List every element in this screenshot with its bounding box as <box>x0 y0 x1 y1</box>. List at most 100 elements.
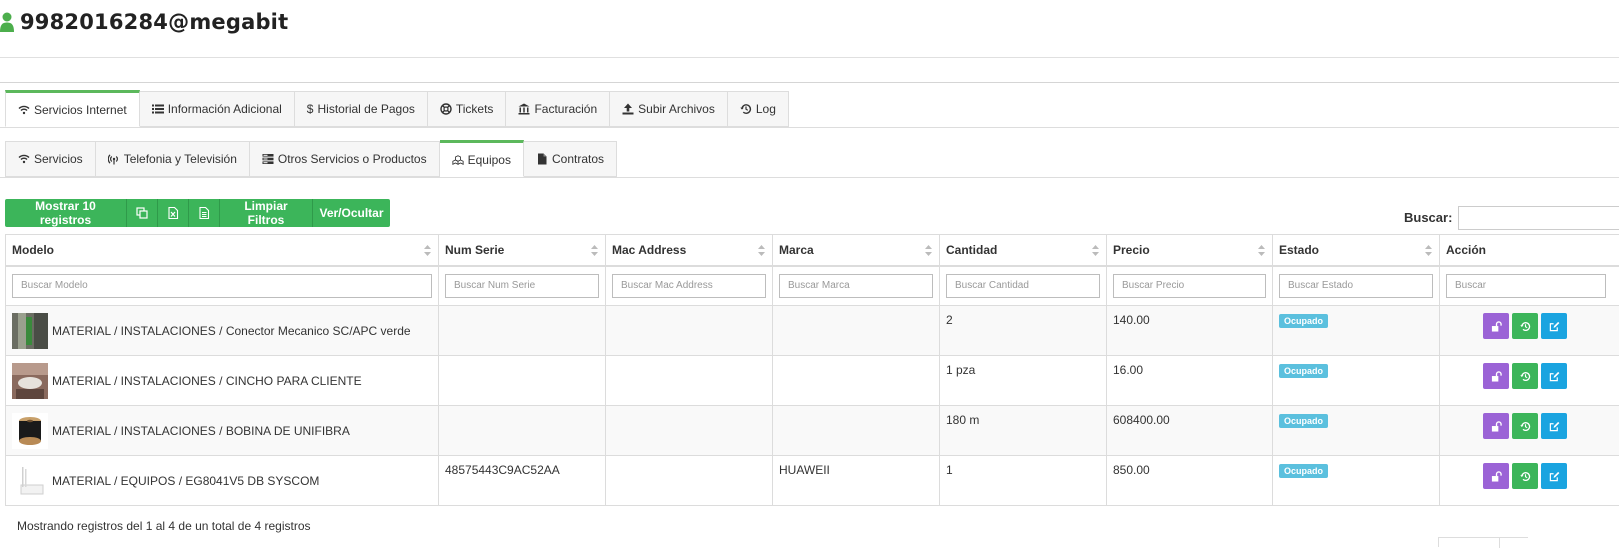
file-icon <box>537 153 547 165</box>
tab-informacion-adicional[interactable]: Información Adicional <box>139 91 295 127</box>
page-header: 9982016284@megabit <box>0 0 1619 58</box>
export-excel-button[interactable] <box>158 199 189 227</box>
column-header-cantidad[interactable]: Cantidad <box>939 234 1107 267</box>
page-title: 9982016284@megabit <box>20 10 289 34</box>
show-records-button[interactable]: Mostrar 10 registros <box>5 199 127 227</box>
modelo-cell: MATERIAL / EQUIPOS / EG8041V5 DB SYSCOM <box>52 473 320 488</box>
document-icon <box>199 207 210 219</box>
edit-button[interactable] <box>1541 463 1567 489</box>
edit-button[interactable] <box>1541 313 1567 339</box>
tab-historial-de-pagos[interactable]: $ Historial de Pagos <box>294 91 428 127</box>
history-button[interactable] <box>1512 463 1538 489</box>
unlock-icon <box>1491 470 1502 482</box>
column-header-num-serie[interactable]: Num Serie <box>438 234 606 267</box>
sort-icon <box>1425 245 1432 256</box>
edit-button[interactable] <box>1541 363 1567 389</box>
tab-contratos[interactable]: Contratos <box>523 141 618 177</box>
tab-telefonia-television[interactable]: Telefonia y Televisión <box>95 141 250 177</box>
num-serie-cell <box>438 355 606 406</box>
unlock-button[interactable] <box>1483 313 1509 339</box>
status-badge: Ocupado <box>1279 414 1329 428</box>
tab-label: Servicios <box>34 152 83 166</box>
tab-servicios-internet[interactable]: Servicios Internet <box>5 90 140 127</box>
column-header-precio[interactable]: Precio <box>1106 234 1273 267</box>
marca-cell <box>772 405 940 456</box>
column-header-marca[interactable]: Marca <box>772 234 940 267</box>
lifebuoy-icon <box>440 103 452 115</box>
status-badge: Ocupado <box>1279 364 1329 378</box>
column-header-estado[interactable]: Estado <box>1272 234 1440 267</box>
table-toolbar: Mostrar 10 registros Limpiar Filtros Ver… <box>5 199 390 227</box>
filter-precio-input[interactable] <box>1113 273 1266 298</box>
excel-icon <box>168 207 179 219</box>
product-thumbnail <box>12 362 48 399</box>
filter-row <box>5 265 1619 306</box>
history-button[interactable] <box>1512 313 1538 339</box>
unlock-button[interactable] <box>1483 463 1509 489</box>
tab-servicios[interactable]: Servicios <box>5 141 96 177</box>
tab-label: Tickets <box>455 102 494 116</box>
tab-equipos[interactable]: Equipos <box>439 140 524 177</box>
tab-label: Log <box>755 102 776 116</box>
wifi-icon <box>18 105 30 114</box>
tab-label: Telefonia y Televisión <box>123 152 237 166</box>
cantidad-cell: 1 pza <box>939 355 1107 406</box>
table-row: MATERIAL / EQUIPOS / EG8041V5 DB SYSCOM … <box>5 455 1619 506</box>
copy-button[interactable] <box>127 199 158 227</box>
history-icon <box>1519 321 1530 331</box>
edit-icon <box>1549 321 1559 331</box>
filter-estado-input[interactable] <box>1279 273 1433 298</box>
main-tabs-baseline <box>0 127 1619 128</box>
tab-log[interactable]: Log <box>727 91 789 127</box>
edit-icon <box>1549 471 1559 481</box>
filter-num-serie-input[interactable] <box>445 273 599 298</box>
tab-label: Otros Servicios o Productos <box>277 152 427 166</box>
mac-address-cell <box>605 455 773 506</box>
filter-mac-address-input[interactable] <box>612 273 766 298</box>
history-icon <box>1519 471 1530 481</box>
cantidad-cell: 1 <box>939 455 1107 506</box>
num-serie-cell: 48575443C9AC52AA <box>438 455 606 506</box>
tab-otros-servicios[interactable]: Otros Servicios o Productos <box>249 141 440 177</box>
table-info: Mostrando registros del 1 al 4 de un tot… <box>17 519 311 533</box>
edit-button[interactable] <box>1541 413 1567 439</box>
tab-tickets[interactable]: Tickets <box>427 91 507 127</box>
tab-subir-archivos[interactable]: Subir Archivos <box>610 91 728 127</box>
unlock-icon <box>1491 320 1502 332</box>
filter-modelo-input[interactable] <box>12 273 432 298</box>
filter-cantidad-input[interactable] <box>946 273 1100 298</box>
main-tabs: Servicios Internet Información Adicional… <box>5 90 789 127</box>
modelo-cell: MATERIAL / INSTALACIONES / Conector Meca… <box>52 323 411 338</box>
column-header-mac-address[interactable]: Mac Address <box>605 234 773 267</box>
table-row: MATERIAL / INSTALACIONES / Conector Meca… <box>5 305 1619 356</box>
history-icon <box>740 104 751 114</box>
unlock-button[interactable] <box>1483 363 1509 389</box>
product-thumbnail <box>12 312 48 349</box>
product-thumbnail <box>12 412 48 449</box>
tab-label: Información Adicional <box>167 102 282 116</box>
sort-icon <box>1258 245 1265 256</box>
filter-accion-input[interactable] <box>1446 273 1606 298</box>
sort-icon <box>1092 245 1099 256</box>
history-button[interactable] <box>1512 363 1538 389</box>
tab-label: Contratos <box>551 152 605 166</box>
equipment-table: Modelo Num Serie Mac Address Marca Canti… <box>5 234 1619 506</box>
num-serie-cell <box>438 405 606 456</box>
copy-icon <box>136 207 148 219</box>
filter-marca-input[interactable] <box>779 273 933 298</box>
pagination[interactable] <box>1438 537 1528 548</box>
cantidad-cell: 180 m <box>939 405 1107 456</box>
unlock-button[interactable] <box>1483 413 1509 439</box>
toggle-columns-button[interactable]: Ver/Ocultar <box>313 199 390 227</box>
upload-icon <box>622 103 634 115</box>
column-header-modelo[interactable]: Modelo <box>5 234 439 267</box>
clear-filters-button[interactable]: Limpiar Filtros <box>220 199 313 227</box>
status-badge: Ocupado <box>1279 464 1329 478</box>
search-input[interactable] <box>1458 206 1619 230</box>
modelo-cell: MATERIAL / INSTALACIONES / CINCHO PARA C… <box>52 373 362 388</box>
history-button[interactable] <box>1512 413 1538 439</box>
precio-cell: 608400.00 <box>1106 405 1273 456</box>
tab-facturacion[interactable]: Facturación <box>506 91 611 127</box>
export-pdf-button[interactable] <box>189 199 220 227</box>
sub-tabs: Servicios Telefonia y Televisión Otros S… <box>5 140 618 177</box>
